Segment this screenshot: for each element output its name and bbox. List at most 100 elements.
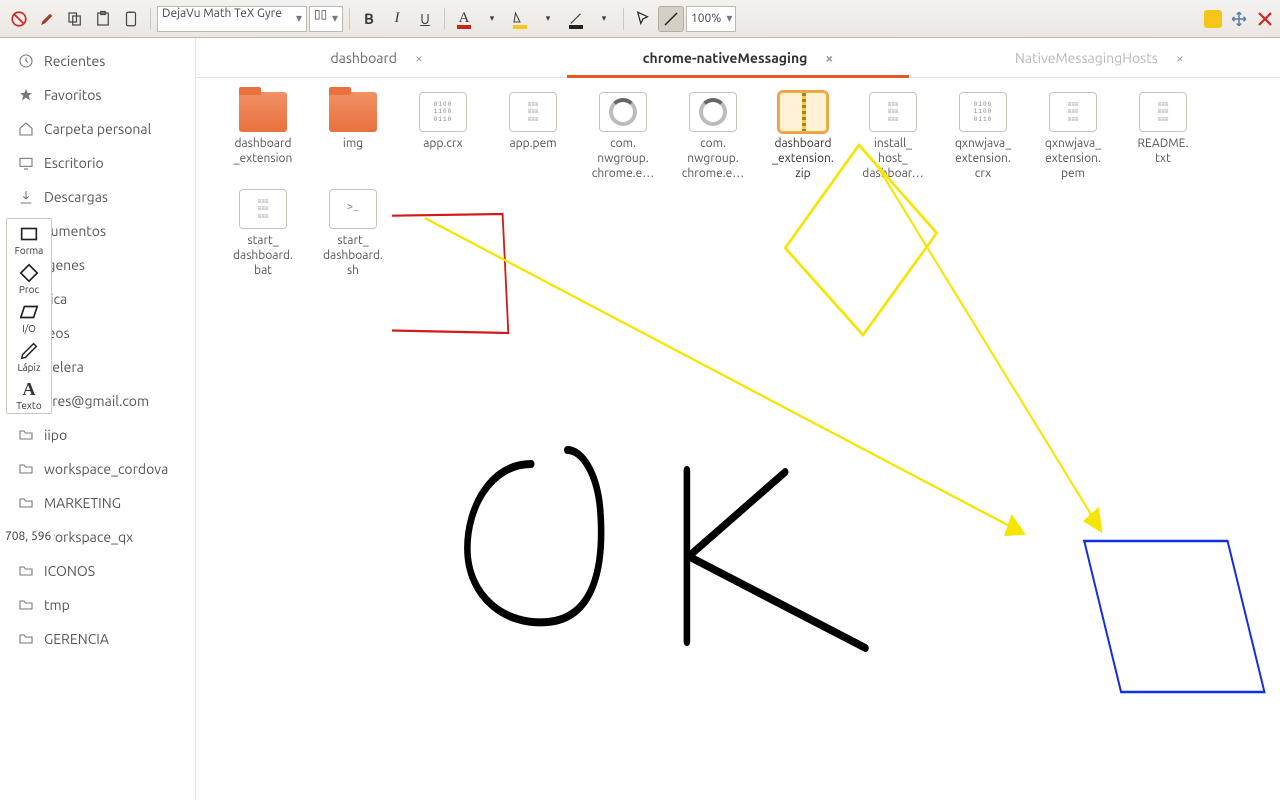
file-bin-icon: 0100 1100 0110 bbox=[419, 92, 467, 132]
palette-lapiz[interactable]: Lápiz bbox=[7, 336, 51, 375]
file-spin-icon bbox=[689, 92, 737, 132]
home-icon bbox=[18, 121, 34, 137]
folder-icon bbox=[18, 427, 34, 443]
line-tool[interactable] bbox=[658, 6, 684, 32]
tab-close-icon[interactable]: × bbox=[1176, 50, 1184, 66]
sidebar-item-13[interactable]: MARKETING bbox=[0, 486, 195, 520]
palette-texto[interactable]: A Texto bbox=[7, 375, 51, 413]
file-item-11[interactable]: ≡≡≡ ≡≡≡ ≡≡≡start_ dashboard. bat bbox=[218, 185, 308, 282]
sidebar-item-12[interactable]: workspace_cordova bbox=[0, 452, 195, 486]
window-minimize[interactable] bbox=[1204, 10, 1222, 28]
download-icon bbox=[18, 189, 34, 205]
sidebar-item-label: Escritorio bbox=[44, 155, 104, 171]
file-text-icon: ≡≡≡ ≡≡≡ ≡≡≡ bbox=[509, 92, 557, 132]
file-item-9[interactable]: ≡≡≡ ≡≡≡ ≡≡≡qxnwjava_ extension. pem bbox=[1028, 88, 1118, 185]
file-item-3[interactable]: ≡≡≡ ≡≡≡ ≡≡≡ app.pem bbox=[488, 88, 578, 185]
folder-icon bbox=[18, 495, 34, 511]
tab-close-icon[interactable]: × bbox=[825, 50, 833, 66]
handwriting-k bbox=[687, 470, 866, 648]
file-label: img bbox=[343, 136, 363, 151]
tab-close-icon[interactable]: × bbox=[415, 50, 423, 66]
sidebar-item-label: MARKETING bbox=[44, 495, 121, 511]
tab-label: chrome-nativeMessaging bbox=[643, 50, 808, 66]
file-folder-icon bbox=[239, 92, 287, 132]
underline-button[interactable]: U bbox=[412, 6, 438, 32]
sidebar-item-3[interactable]: Escritorio bbox=[0, 146, 195, 180]
file-label: qxnwjava_ extension. pem bbox=[1045, 136, 1101, 181]
file-label: com. nwgroup. chrome.e… bbox=[682, 136, 744, 181]
italic-button[interactable]: I bbox=[384, 6, 410, 32]
folder-icon bbox=[18, 631, 34, 647]
brush-icon[interactable] bbox=[34, 6, 60, 32]
file-item-5[interactable]: com. nwgroup. chrome.e… bbox=[668, 88, 758, 185]
file-item-7[interactable]: ≡≡≡ ≡≡≡ ≡≡≡install_ host_ dashboar… bbox=[848, 88, 938, 185]
file-label: dashboard _extension bbox=[234, 136, 293, 166]
sidebar-item-label: iipo bbox=[44, 427, 67, 443]
palette-io[interactable]: I/O bbox=[7, 297, 51, 336]
file-zip-icon bbox=[779, 92, 827, 132]
size-select[interactable]: ▯▯ bbox=[309, 6, 343, 32]
tool-palette: Forma Proc I/O Lápiz A Texto bbox=[6, 218, 52, 414]
sidebar-item-4[interactable]: Descargas bbox=[0, 180, 195, 214]
file-text-icon: ≡≡≡ ≡≡≡ ≡≡≡ bbox=[1049, 92, 1097, 132]
file-item-2[interactable]: 0100 1100 0110app.crx bbox=[398, 88, 488, 185]
sidebar-item-label: dres@gmail.com bbox=[44, 393, 149, 409]
copy-icon[interactable] bbox=[62, 6, 88, 32]
sidebar-item-label: GERENCIA bbox=[44, 631, 109, 647]
file-label: qxnwjava_ extension. crx bbox=[955, 136, 1011, 181]
file-item-0[interactable]: dashboard _extension bbox=[218, 88, 308, 185]
line-color-button[interactable] bbox=[563, 6, 589, 32]
palette-forma[interactable]: Forma bbox=[7, 219, 51, 258]
blue-parallelogram bbox=[1084, 541, 1264, 692]
text-color-dropdown[interactable]: ▾ bbox=[479, 6, 505, 32]
highlight-button[interactable] bbox=[507, 6, 533, 32]
sidebar-item-16[interactable]: tmp bbox=[0, 588, 195, 622]
folder-icon bbox=[18, 563, 34, 579]
file-label: app.pem bbox=[509, 136, 556, 151]
star-icon bbox=[18, 87, 34, 103]
file-text-icon: ≡≡≡ ≡≡≡ ≡≡≡ bbox=[1139, 92, 1187, 132]
sidebar-item-label: Descargas bbox=[44, 189, 108, 205]
tab-0[interactable]: dashboard× bbox=[196, 38, 557, 77]
file-text-icon: ≡≡≡ ≡≡≡ ≡≡≡ bbox=[239, 189, 287, 229]
sidebar-item-1[interactable]: Favoritos bbox=[0, 78, 195, 112]
window-close[interactable] bbox=[1256, 10, 1274, 28]
file-bin-icon: 0100 1100 0110 bbox=[959, 92, 1007, 132]
highlight-dropdown[interactable]: ▾ bbox=[535, 6, 561, 32]
paste-icon[interactable] bbox=[90, 6, 116, 32]
zoom-select[interactable]: 100% bbox=[686, 6, 736, 32]
file-item-4[interactable]: com. nwgroup. chrome.e… bbox=[578, 88, 668, 185]
sidebar-item-0[interactable]: Recientes bbox=[0, 44, 195, 78]
file-item-8[interactable]: 0100 1100 0110qxnwjava_ extension. crx bbox=[938, 88, 1028, 185]
text-color-button[interactable]: A bbox=[451, 6, 477, 32]
file-label: com. nwgroup. chrome.e… bbox=[592, 136, 654, 181]
sidebar-item-label: workspace_qx bbox=[44, 529, 133, 545]
forbid-icon[interactable] bbox=[6, 6, 32, 32]
folder-icon bbox=[18, 461, 34, 477]
sidebar-item-label: ICONOS bbox=[44, 563, 95, 579]
file-grid: dashboard _extensionimg0100 1100 0110app… bbox=[196, 78, 1280, 282]
file-item-10[interactable]: ≡≡≡ ≡≡≡ ≡≡≡README. txt bbox=[1118, 88, 1208, 185]
window-move[interactable] bbox=[1230, 10, 1248, 28]
font-select-value: DejaVu Math TeX Gyre bbox=[162, 7, 282, 20]
tab-1[interactable]: chrome-nativeMessaging × bbox=[557, 38, 918, 77]
file-sh-icon: >_ bbox=[329, 189, 377, 229]
main-toolbar: DejaVu Math TeX Gyre ▯▯ B I U A ▾ ▾ ▾ 10… bbox=[0, 0, 1280, 38]
file-item-12[interactable]: >_start_ dashboard. sh bbox=[308, 185, 398, 282]
palette-proc[interactable]: Proc bbox=[7, 258, 51, 297]
tab-2[interactable]: NativeMessagingHosts× bbox=[919, 38, 1280, 77]
line-color-dropdown[interactable]: ▾ bbox=[591, 6, 617, 32]
sidebar-item-label: workspace_cordova bbox=[44, 461, 168, 477]
bold-button[interactable]: B bbox=[356, 6, 382, 32]
handwriting-o bbox=[467, 450, 601, 622]
sidebar-item-2[interactable]: Carpeta personal bbox=[0, 112, 195, 146]
file-item-6[interactable]: dashboard _extension. zip bbox=[758, 88, 848, 185]
sidebar-item-15[interactable]: ICONOS bbox=[0, 554, 195, 588]
font-select[interactable]: DejaVu Math TeX Gyre bbox=[157, 6, 307, 32]
sidebar-item-11[interactable]: iipo bbox=[0, 418, 195, 452]
sidebar-item-17[interactable]: GERENCIA bbox=[0, 622, 195, 656]
clipboard-icon[interactable] bbox=[118, 6, 144, 32]
pointer-tool[interactable] bbox=[630, 6, 656, 32]
file-label: start_ dashboard. bat bbox=[233, 233, 293, 278]
file-item-1[interactable]: img bbox=[308, 88, 398, 185]
